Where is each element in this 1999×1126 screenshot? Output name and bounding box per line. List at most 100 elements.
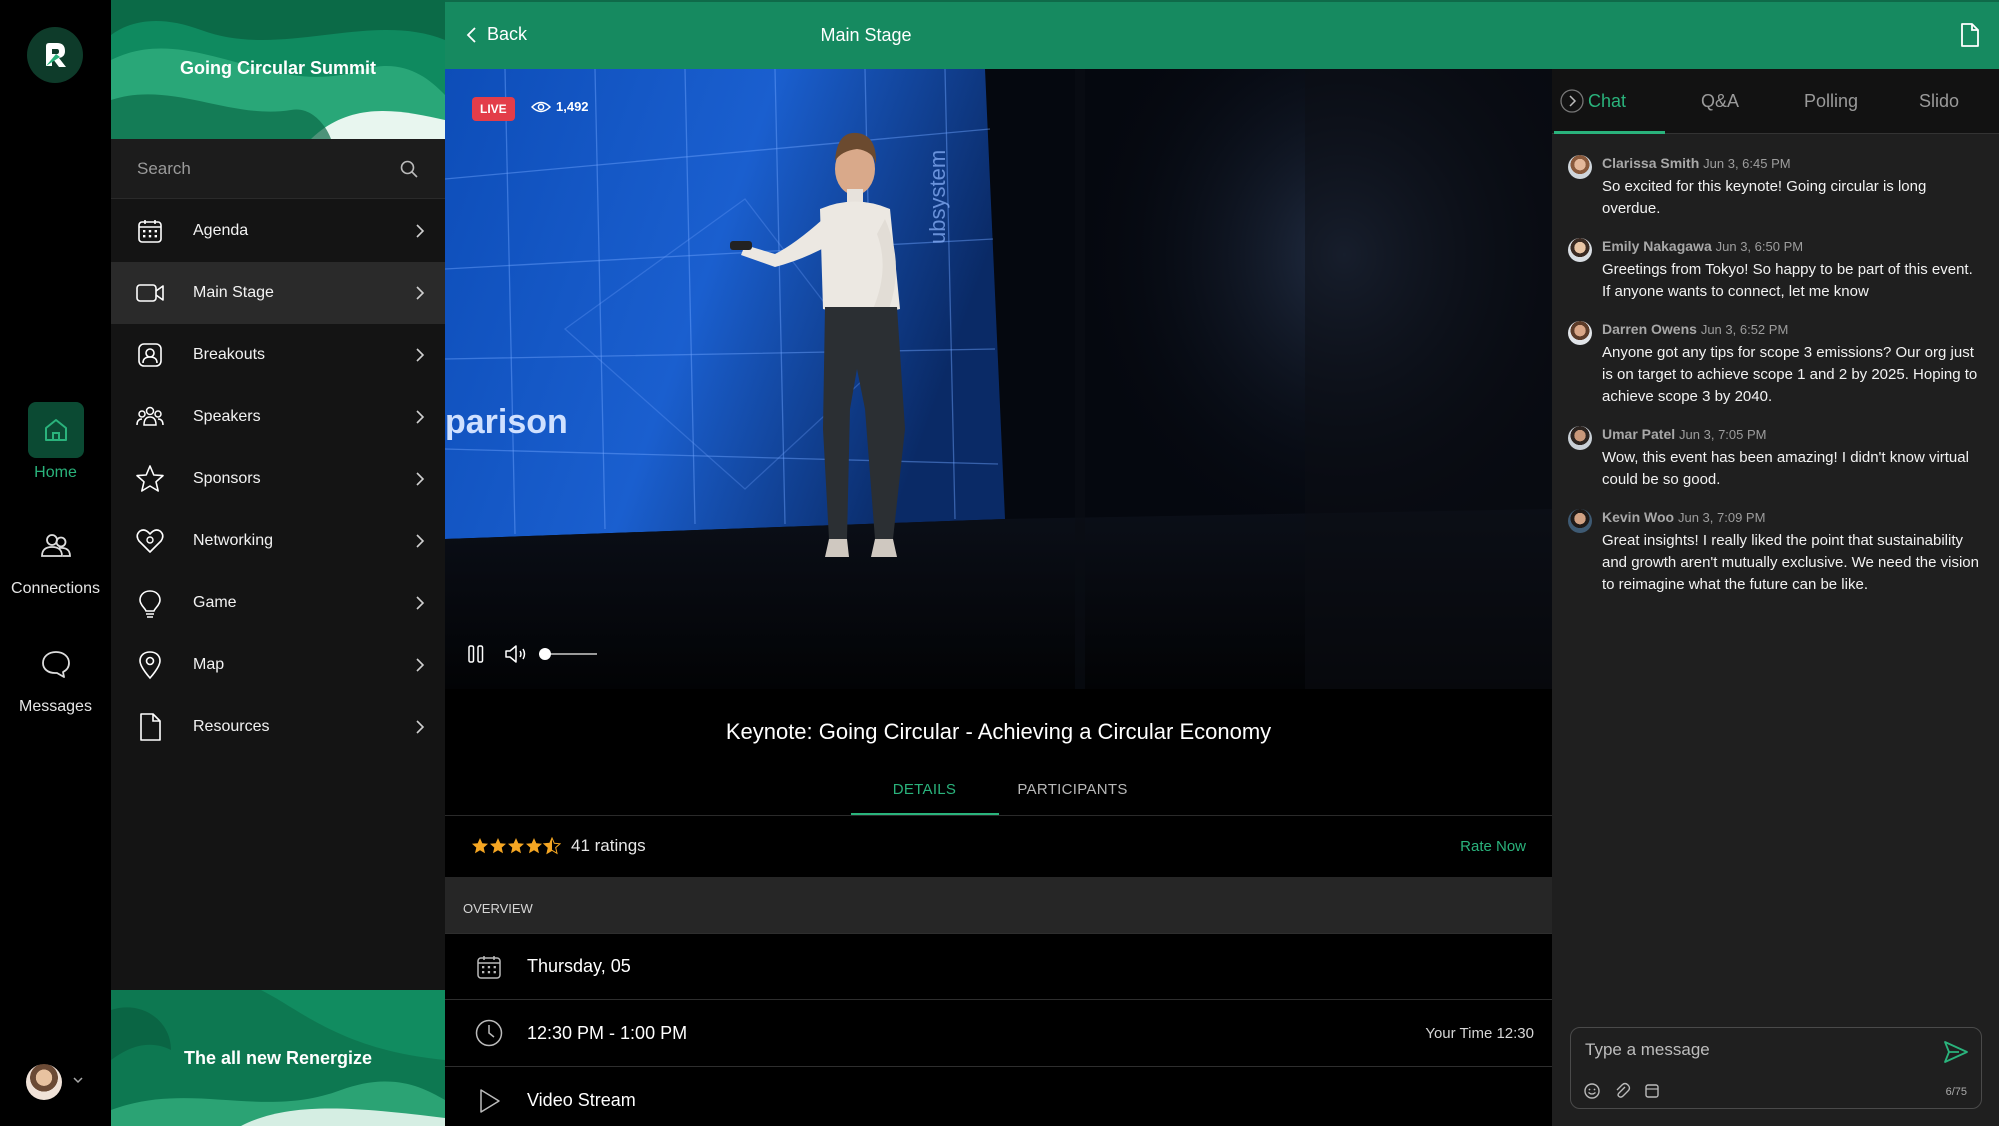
volume-slider[interactable] bbox=[539, 647, 597, 661]
your-time: Your Time 12:30 bbox=[1425, 1024, 1534, 1042]
viewer-count: 1,492 bbox=[531, 99, 589, 114]
play-icon bbox=[480, 1088, 500, 1113]
sidebar-item-sponsors[interactable]: Sponsors bbox=[111, 448, 445, 510]
sidebar-item-resources[interactable]: Resources bbox=[111, 696, 445, 758]
breakout-room-icon bbox=[138, 343, 162, 367]
screen-text: parison bbox=[445, 403, 568, 441]
screen-vertical-text: ubsystem bbox=[925, 150, 950, 244]
chat-panel: Chat Q&A Polling Slido Clarissa Smith Ju… bbox=[1552, 69, 1999, 1126]
rail-connections-label: Connections bbox=[11, 580, 100, 597]
collapse-panel-icon[interactable] bbox=[1560, 89, 1584, 113]
avatar[interactable] bbox=[1568, 155, 1592, 179]
video-player[interactable]: parison ubsystem LIVE 1,492 bbox=[445, 69, 1552, 689]
time-row: 12:30 PM - 1:00 PM Your Time 12:30 bbox=[445, 1000, 1552, 1067]
session-details: Keynote: Going Circular - Achieving a Ci… bbox=[445, 689, 1552, 1126]
promo-banner[interactable]: The all new Renergize bbox=[111, 990, 445, 1126]
avatar[interactable] bbox=[1568, 321, 1592, 345]
pause-icon[interactable] bbox=[465, 643, 487, 665]
sidebar-item-label: Game bbox=[193, 594, 237, 611]
avatar[interactable] bbox=[1568, 238, 1592, 262]
stage-video-frame: parison ubsystem bbox=[445, 69, 1552, 689]
session-title: Keynote: Going Circular - Achieving a Ci… bbox=[725, 719, 1272, 744]
page-title: Main Stage bbox=[820, 25, 912, 45]
sidebar-item-label: Sponsors bbox=[193, 470, 261, 487]
back-button[interactable]: Back bbox=[465, 24, 527, 45]
app-logo[interactable] bbox=[27, 27, 83, 83]
chevron-right-icon bbox=[416, 596, 425, 610]
trophy-icon bbox=[139, 590, 161, 618]
session-date: Thursday, 05 bbox=[527, 956, 631, 976]
chat-message: Emily Nakagawa Jun 3, 6:50 PM Greetings … bbox=[1568, 237, 1983, 303]
details-tabs: DETAILS PARTICIPANTS bbox=[445, 772, 1552, 815]
home-icon bbox=[44, 419, 67, 441]
session-time: 12:30 PM - 1:00 PM bbox=[527, 1022, 688, 1043]
emoji-icon[interactable] bbox=[1583, 1082, 1601, 1100]
rating-stars-icon bbox=[472, 837, 561, 854]
logo-icon bbox=[46, 43, 66, 67]
message-time: Jun 3, 6:52 PM bbox=[1700, 322, 1789, 337]
calendar-icon bbox=[138, 220, 162, 243]
volume-icon[interactable] bbox=[503, 643, 531, 665]
volume-slider-thumb[interactable] bbox=[539, 648, 551, 660]
promo-text: The all new Renergize bbox=[183, 1048, 373, 1068]
sidebar-item-label: Map bbox=[193, 656, 225, 673]
message-author: Emily Nakagawa bbox=[1602, 238, 1712, 254]
active-tab-indicator bbox=[1554, 131, 1665, 134]
sidebar-item-speakers[interactable]: Speakers bbox=[111, 386, 445, 448]
networking-icon bbox=[136, 529, 164, 553]
sidebar-item-game[interactable]: Game bbox=[111, 572, 445, 634]
attachment-icon[interactable] bbox=[1613, 1082, 1631, 1100]
sidebar-item-label: Agenda bbox=[193, 222, 249, 239]
sidebar-item-agenda[interactable]: Agenda bbox=[111, 200, 445, 262]
clock-icon bbox=[475, 1019, 503, 1047]
video-controls bbox=[465, 643, 597, 665]
message-text: Greetings from Tokyo! So happy to be par… bbox=[1602, 261, 1973, 300]
overview-header: OVERVIEW bbox=[445, 877, 1552, 933]
tab-qa[interactable]: Q&A bbox=[1701, 91, 1739, 112]
search-icon[interactable] bbox=[399, 159, 419, 179]
avatar[interactable] bbox=[1568, 426, 1592, 450]
sidebar-search[interactable] bbox=[111, 139, 445, 199]
avatar[interactable] bbox=[1568, 509, 1592, 533]
tab-slido[interactable]: Slido bbox=[1919, 91, 1959, 112]
sidebar-item-map[interactable]: Map bbox=[111, 634, 445, 696]
rail-home[interactable]: Home bbox=[0, 402, 111, 482]
message-time: Jun 3, 6:50 PM bbox=[1715, 239, 1804, 254]
left-rail: Home Connections Messages bbox=[0, 0, 111, 1126]
rate-now-link[interactable]: Rate Now bbox=[1460, 838, 1526, 855]
tab-chat[interactable]: Chat bbox=[1588, 91, 1626, 112]
sidebar-item-networking[interactable]: Networking bbox=[111, 510, 445, 572]
image-icon[interactable] bbox=[1643, 1082, 1661, 1100]
sidebar-item-breakouts[interactable]: Breakouts bbox=[111, 324, 445, 386]
chat-message: Clarissa Smith Jun 3, 6:45 PM So excited… bbox=[1568, 154, 1983, 220]
chat-message: Kevin Woo Jun 3, 7:09 PM Great insights!… bbox=[1568, 508, 1983, 596]
tab-details[interactable]: DETAILS bbox=[850, 772, 999, 815]
date-row: Thursday, 05 bbox=[445, 933, 1552, 1000]
message-text: Anyone got any tips for scope 3 emission… bbox=[1602, 344, 1978, 405]
chat-tabs: Chat Q&A Polling Slido bbox=[1552, 69, 1999, 134]
chevron-down-icon[interactable] bbox=[72, 1074, 84, 1086]
message-author: Clarissa Smith bbox=[1602, 155, 1700, 171]
chevron-right-icon bbox=[416, 658, 425, 672]
send-icon[interactable] bbox=[1943, 1040, 1969, 1064]
sidebar-nav: Agenda Main Stage Breakouts Speakers Spo… bbox=[111, 200, 445, 758]
sidebar-item-label: Main Stage bbox=[193, 284, 274, 301]
rail-connections[interactable]: Connections bbox=[0, 518, 111, 598]
map-pin-icon bbox=[139, 651, 161, 680]
search-input[interactable] bbox=[137, 158, 399, 179]
message-input[interactable] bbox=[1585, 1040, 1925, 1060]
tab-participants[interactable]: PARTICIPANTS bbox=[999, 772, 1147, 815]
calendar-icon bbox=[477, 955, 501, 979]
sidebar-item-label: Networking bbox=[193, 532, 274, 549]
viewer-count-value: 1,492 bbox=[556, 99, 589, 114]
stream-row: Video Stream bbox=[445, 1067, 1552, 1126]
speakers-group-icon bbox=[136, 406, 164, 426]
tab-polling[interactable]: Polling bbox=[1804, 91, 1858, 112]
document-icon[interactable] bbox=[1959, 22, 1981, 48]
rail-messages[interactable]: Messages bbox=[0, 636, 111, 716]
user-avatar[interactable] bbox=[26, 1064, 62, 1100]
chevron-right-icon bbox=[416, 410, 425, 424]
chevron-right-icon bbox=[416, 348, 425, 362]
sidebar-item-main-stage[interactable]: Main Stage bbox=[111, 262, 445, 324]
live-badge: LIVE bbox=[472, 97, 515, 121]
